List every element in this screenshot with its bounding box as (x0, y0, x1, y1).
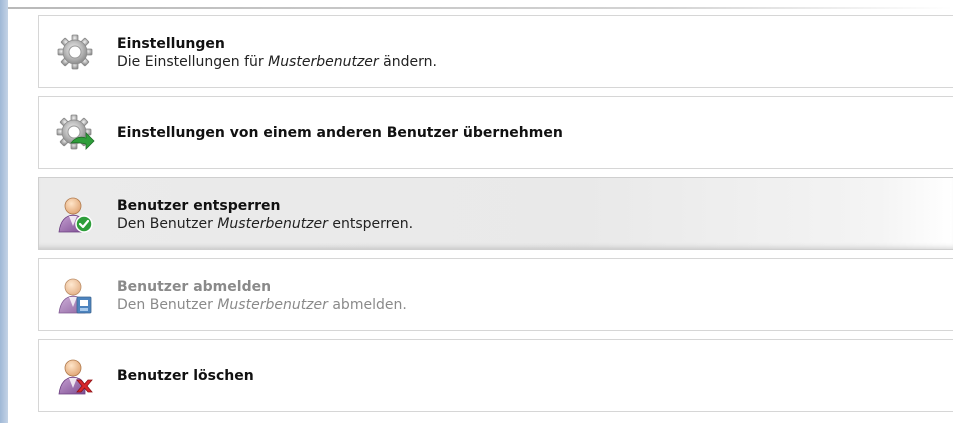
user-unlock-icon (55, 194, 95, 234)
action-title: Einstellungen von einem anderen Benutzer… (117, 125, 563, 141)
action-description: Den Benutzer Musterbenutzer entsperren. (117, 216, 414, 232)
action-unlock-user[interactable]: Benutzer entsperren Den Benutzer Musterb… (38, 177, 953, 250)
action-title: Benutzer löschen (117, 368, 254, 384)
user-delete-icon (55, 356, 95, 396)
action-title: Einstellungen (117, 36, 225, 52)
user-logout-icon (55, 275, 95, 315)
action-logout-user[interactable]: Benutzer abmelden Den Benutzer Musterben… (38, 258, 953, 331)
top-divider (8, 7, 953, 9)
action-settings[interactable]: Einstellungen Die Einstellungen für Must… (38, 15, 953, 88)
gear-icon (55, 32, 95, 72)
action-list-panel: Einstellungen Die Einstellungen für Must… (0, 0, 953, 423)
action-delete-user[interactable]: Benutzer löschen (38, 339, 953, 412)
action-title: Benutzer abmelden (117, 279, 272, 295)
action-title: Benutzer entsperren (117, 198, 281, 214)
action-import-settings[interactable]: Einstellungen von einem anderen Benutzer… (38, 96, 953, 169)
action-description: Den Benutzer Musterbenutzer abmelden. (117, 297, 407, 313)
gear-import-icon (55, 113, 95, 153)
action-description: Die Einstellungen für Musterbenutzer änd… (117, 54, 437, 70)
sidebar-accent-bar (0, 0, 8, 423)
